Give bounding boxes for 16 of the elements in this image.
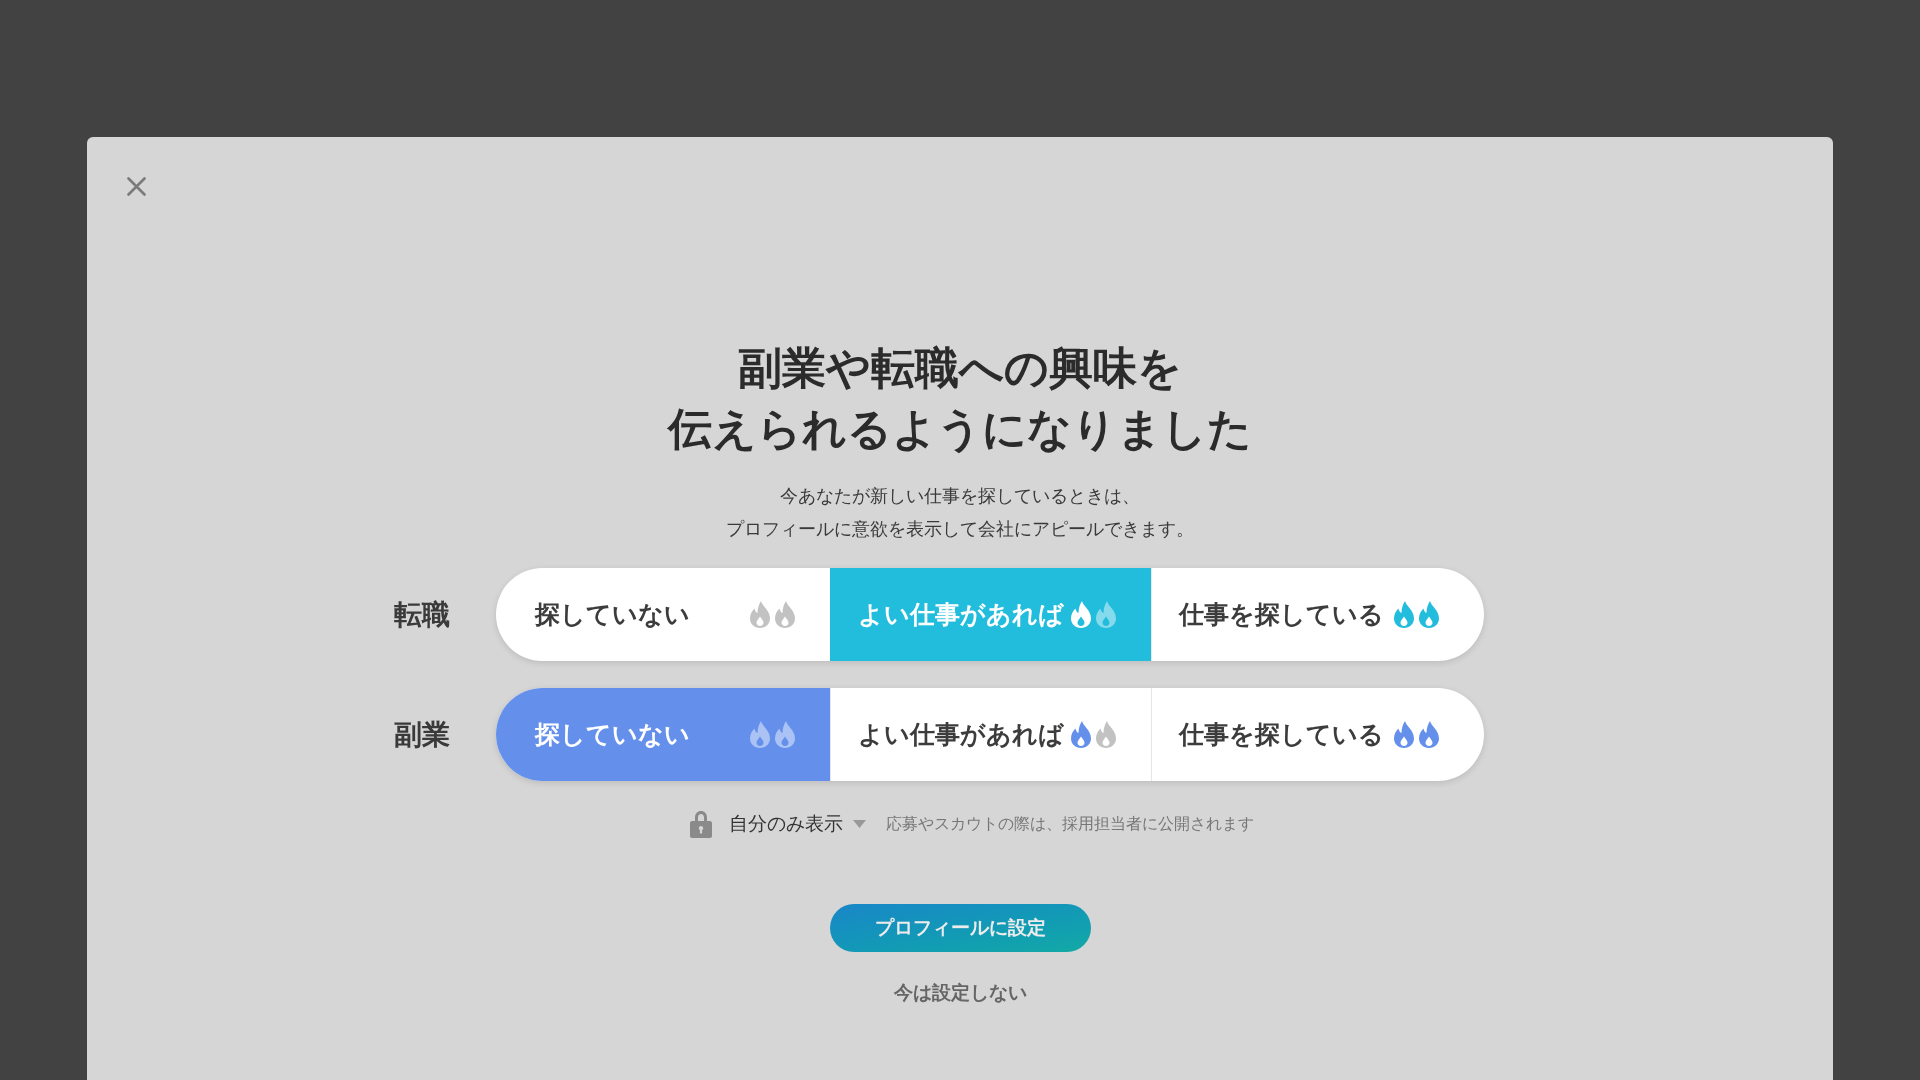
row-label: 転職 — [394, 597, 451, 632]
option-button[interactable]: よい仕事があれば — [830, 688, 1151, 781]
visibility-note: 応募やスカウトの際は、採用担当者に公開されます — [886, 814, 1254, 834]
row-label: 副業 — [394, 717, 451, 752]
skip-link[interactable]: 今は設定しない — [893, 979, 1027, 1007]
lock-icon — [690, 810, 712, 838]
option-button[interactable]: 仕事を探している — [1151, 568, 1484, 661]
option-button[interactable]: 仕事を探している — [1151, 688, 1484, 781]
close-icon — [126, 176, 146, 196]
visibility-dropdown[interactable]: 自分のみ表示 — [690, 809, 866, 839]
dialog-title: 副業や転職への興味を — [738, 342, 1182, 394]
dialog-title: 伝えられるようになりました — [668, 403, 1252, 455]
option-button[interactable]: 探していない — [496, 568, 830, 661]
description-line: プロフィールに意欲を表示して会社にアピールできます。 — [726, 518, 1194, 541]
caret-icon — [853, 820, 866, 828]
description-line: 今あなたが新しい仕事を探しているときは、 — [780, 485, 1140, 508]
